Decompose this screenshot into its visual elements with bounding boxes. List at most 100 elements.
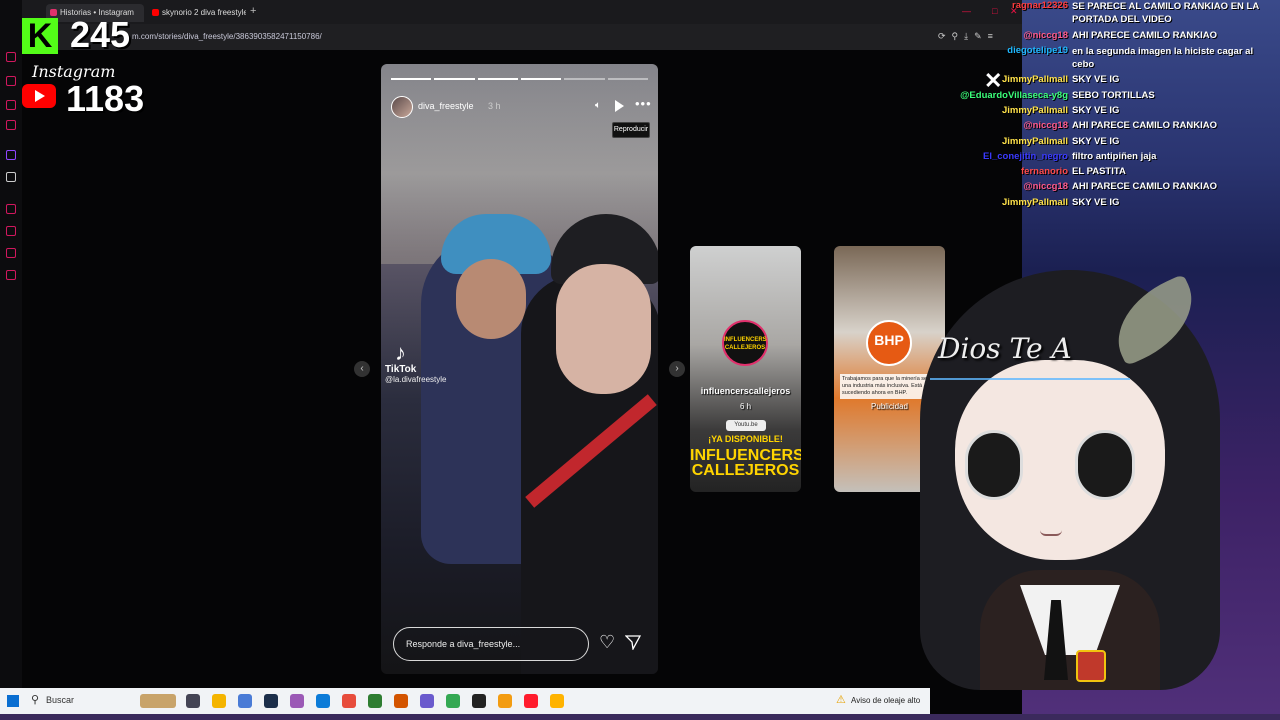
avatar: INFLUENCERS CALLEJEROS xyxy=(722,320,768,366)
youtube-viewer-count: 1183 xyxy=(66,78,145,119)
sidebar-app-icon[interactable] xyxy=(6,226,16,236)
chat-username: El_conejitin_negro xyxy=(983,151,1068,162)
file-explorer-icon[interactable] xyxy=(212,694,226,708)
app-icon[interactable] xyxy=(498,694,512,708)
search-icon[interactable]: ⚲ xyxy=(31,693,39,706)
story-time: 3 h xyxy=(488,101,501,111)
story-face xyxy=(556,264,651,394)
progress-segment xyxy=(477,78,518,80)
story-header: diva_freestyle 3 h 🔈︎ ••• xyxy=(391,96,651,118)
chat-text: SKY VE IG xyxy=(1072,197,1120,208)
app-icon[interactable] xyxy=(550,694,564,708)
sidebar-app-icon[interactable] xyxy=(6,204,16,214)
previous-story-button[interactable]: ‹ xyxy=(354,361,370,377)
browser-tabbar: Historias • Instagram skynorio 2 diva fr… xyxy=(0,0,1022,24)
more-options-icon[interactable]: ••• xyxy=(635,96,652,111)
warning-icon: ⚠ xyxy=(836,694,846,706)
chat-text: SEBO TORTILLAS xyxy=(1072,90,1155,101)
audio-wave xyxy=(930,378,1130,386)
bhp-logo: BHP xyxy=(866,320,912,366)
kick-viewer-count: 245 xyxy=(70,14,131,55)
weather-alert[interactable]: Aviso de oleaje alto xyxy=(851,696,920,705)
progress-segment xyxy=(520,78,562,80)
chat-username: ragnar12326 xyxy=(1012,0,1068,11)
progress-segment xyxy=(434,78,475,80)
tiktok-watermark: ♪ TikTok @la.divafreestyle xyxy=(385,340,447,385)
chrome-icon[interactable] xyxy=(446,694,460,708)
copilot-icon[interactable] xyxy=(238,694,252,708)
preview-title: INFLUENCERS CALLEJEROS xyxy=(690,447,801,479)
url-text[interactable]: m.com/stories/diva_freestyle/38639035824… xyxy=(132,32,322,41)
sidebar-app-icon[interactable] xyxy=(6,100,16,110)
chat-username: JimmyPallmall xyxy=(1001,105,1068,116)
chat-text: SKY VE IG xyxy=(1072,105,1120,116)
avatar[interactable] xyxy=(391,96,413,118)
overlay-caption: Dios Te A xyxy=(938,332,1072,365)
chat-text: filtro antipiñen jaja xyxy=(1072,151,1157,162)
chat-text: EL PASTITA xyxy=(1072,166,1126,177)
instagram-icon xyxy=(50,9,57,16)
settings-icon[interactable] xyxy=(6,270,16,280)
app-icon[interactable] xyxy=(368,694,382,708)
chat-username: fernanorio xyxy=(1021,166,1068,177)
story-username[interactable]: diva_freestyle xyxy=(418,101,474,111)
sidebar-app-icon[interactable] xyxy=(6,120,16,130)
vtuber-mouth xyxy=(1040,530,1062,536)
vtuber-eye xyxy=(965,430,1023,500)
close-icon[interactable]: ✕ xyxy=(984,68,1002,94)
play-tooltip: Reproducir xyxy=(612,122,650,138)
chat-text: en la segunda imagen la hiciste cagar al… xyxy=(1072,46,1254,70)
taskbar: ⚲ Buscar ⚠ Aviso de oleaje alto xyxy=(0,688,930,714)
reply-input[interactable]: Responde a diva_freestyle... xyxy=(393,627,589,661)
preview-username: influencerscallejeros xyxy=(700,386,791,396)
sidebar-app-icon[interactable] xyxy=(6,76,16,86)
chat-text: SKY VE IG xyxy=(1072,136,1120,147)
edge-icon[interactable] xyxy=(316,694,330,708)
sidebar-app-icon[interactable] xyxy=(6,248,16,258)
opera-icon[interactable] xyxy=(524,694,538,708)
obs-icon[interactable] xyxy=(472,694,486,708)
heart-icon[interactable]: ♡ xyxy=(599,632,615,653)
app-icon[interactable] xyxy=(342,694,356,708)
visual-studio-icon[interactable] xyxy=(420,694,434,708)
chat-username: @niccg18 xyxy=(1023,30,1068,41)
bottom-strip xyxy=(0,714,1280,720)
story-viewer[interactable]: diva_freestyle 3 h 🔈︎ ••• ♪ TikTok @la.d… xyxy=(381,64,658,674)
volume-icon[interactable]: 🔈︎ xyxy=(595,100,601,111)
windows-start-icon[interactable] xyxy=(7,695,19,707)
x-icon[interactable] xyxy=(6,172,16,182)
story-preview-card[interactable]: INFLUENCERS CALLEJEROS influencerscallej… xyxy=(690,246,801,492)
kick-logo: K xyxy=(22,18,58,54)
send-icon[interactable] xyxy=(625,634,641,650)
tab-label: skynorio 2 diva freestyle xyxy=(162,8,246,17)
task-view-icon[interactable] xyxy=(186,694,200,708)
story-progress-bar xyxy=(391,78,648,80)
chat-username: JimmyPallmall xyxy=(1001,136,1068,147)
play-icon[interactable] xyxy=(615,100,624,112)
brooch-icon xyxy=(1076,650,1106,682)
story-face xyxy=(456,259,526,339)
widgets-icon[interactable] xyxy=(140,694,176,708)
tiktok-name: TikTok xyxy=(385,364,417,375)
sidebar-app-icon[interactable] xyxy=(6,52,16,62)
new-tab-button[interactable]: + xyxy=(250,5,256,17)
youtube-logo xyxy=(22,84,56,108)
taskbar-search[interactable]: Buscar xyxy=(46,695,74,705)
next-story-button[interactable]: › xyxy=(669,361,685,377)
chat-text: AHI PARECE CAMILO RANKIAO xyxy=(1072,120,1217,131)
tiktok-handle: @la.divafreestyle xyxy=(385,375,447,384)
firefox-icon[interactable] xyxy=(394,694,408,708)
tiktok-icon: ♪ xyxy=(395,340,406,365)
youtube-icon xyxy=(152,9,159,16)
app-icon[interactable] xyxy=(290,694,304,708)
tab-youtube-video[interactable]: skynorio 2 diva freestyle xyxy=(148,4,246,22)
preview-time: 6 h xyxy=(739,402,752,411)
twitch-icon[interactable] xyxy=(6,150,16,160)
vtuber-eye xyxy=(1075,430,1135,500)
chat-username: diegotelipe19 xyxy=(1007,45,1068,56)
chat-text: AHI PARECE CAMILO RANKIAO xyxy=(1072,181,1217,192)
chat-text: SKY VE IG xyxy=(1072,74,1120,85)
progress-segment xyxy=(607,78,648,80)
chat-text: SE PARECE AL CAMILO RANKIAO EN LA PORTAD… xyxy=(1072,1,1259,25)
app-icon-v[interactable] xyxy=(264,694,278,708)
